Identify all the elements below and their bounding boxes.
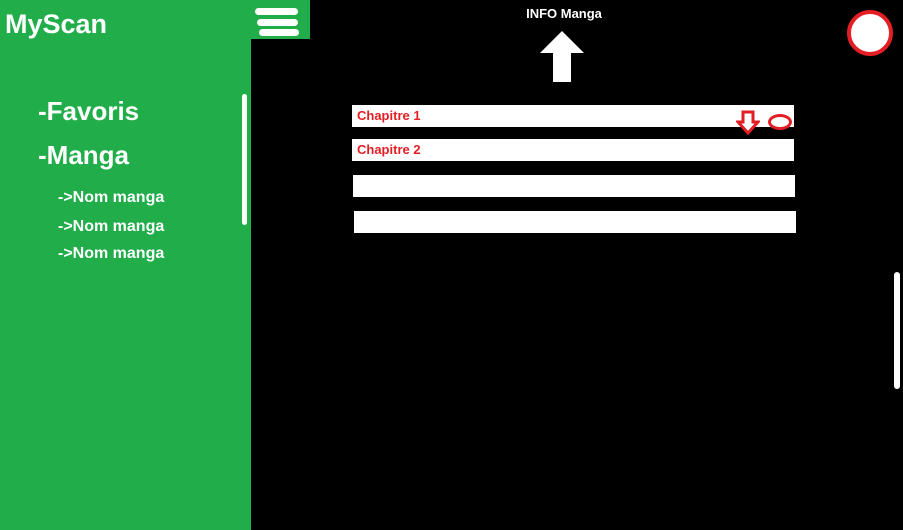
main-scrollbar[interactable] — [894, 272, 900, 389]
profile-circle-icon[interactable] — [847, 10, 893, 56]
chapter-row[interactable] — [354, 211, 796, 233]
up-arrow-icon[interactable] — [540, 31, 584, 82]
chapter-row[interactable]: Chapitre 2 — [352, 139, 794, 161]
sidebar-manga-item[interactable]: ->Nom manga — [58, 217, 164, 237]
sidebar: MyScan -Favoris -Manga ->Nom manga ->Nom… — [0, 0, 251, 530]
chapter-row[interactable]: Chapitre 1 — [352, 105, 794, 127]
hamburger-menu-line — [259, 29, 299, 36]
app-title: MyScan — [5, 9, 108, 39]
sidebar-scrollbar[interactable] — [242, 94, 247, 225]
sidebar-item-favoris[interactable]: -Favoris — [38, 96, 139, 126]
sidebar-item-manga[interactable]: -Manga — [38, 140, 129, 170]
menu-toggle-button[interactable] — [251, 0, 310, 39]
chapter-row[interactable] — [353, 175, 795, 197]
sidebar-manga-item[interactable]: ->Nom manga — [58, 188, 164, 208]
chapter-label: Chapitre 1 — [357, 108, 421, 123]
ellipse-icon[interactable] — [768, 114, 792, 130]
download-arrow-icon[interactable] — [736, 110, 760, 136]
page-title: INFO Manga — [526, 6, 602, 21]
hamburger-menu-icon — [255, 8, 298, 15]
sidebar-manga-item[interactable]: ->Nom manga — [58, 244, 164, 264]
chapter-label: Chapitre 2 — [357, 142, 421, 157]
hamburger-menu-line — [257, 19, 298, 26]
